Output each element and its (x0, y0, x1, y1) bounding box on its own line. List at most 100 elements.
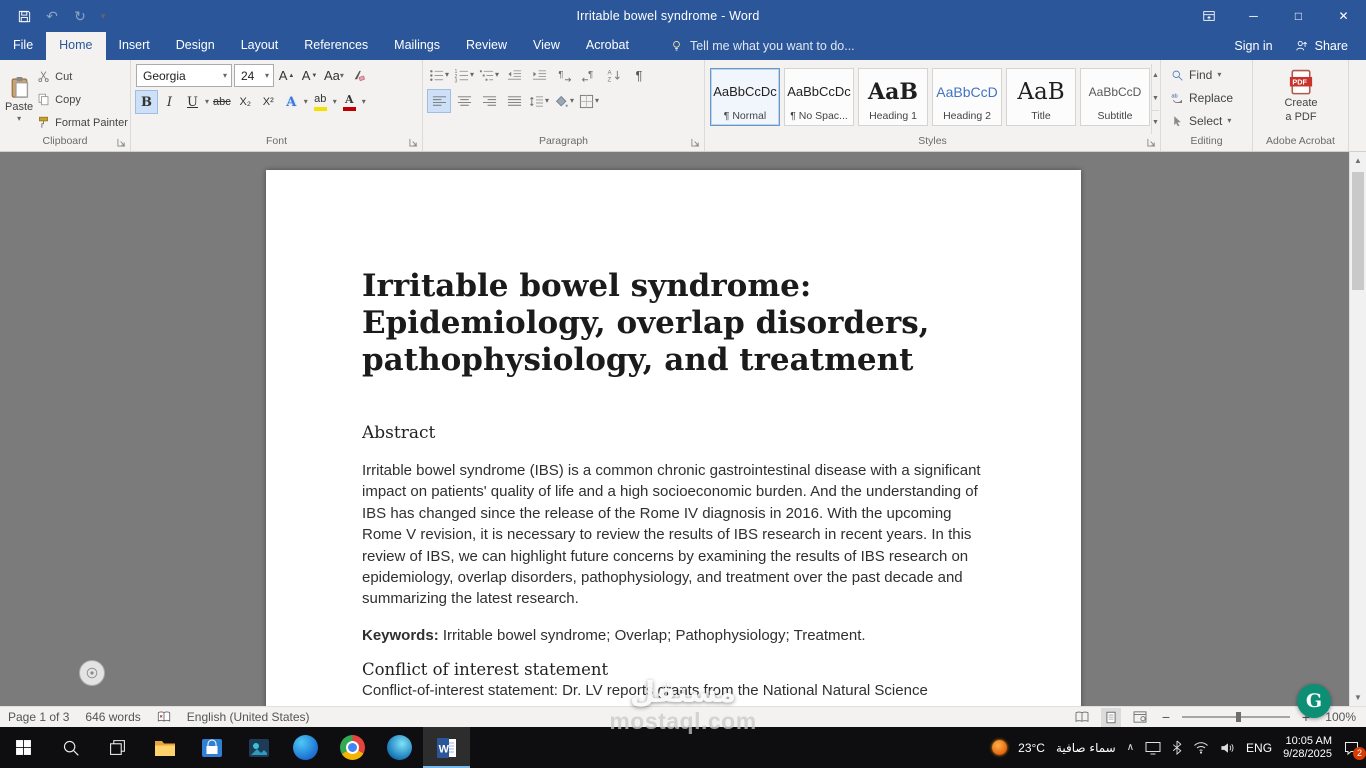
multilevel-list-button[interactable]: ▾ (478, 64, 500, 86)
app-icon-edge[interactable] (282, 727, 329, 768)
save-icon[interactable] (10, 4, 38, 28)
tab-acrobat[interactable]: Acrobat (573, 32, 642, 60)
create-pdf-button[interactable]: PDF Create a PDF (1262, 64, 1340, 134)
copy-button[interactable]: Copy (37, 90, 128, 109)
italic-button[interactable]: I (159, 91, 180, 113)
scroll-down-icon[interactable]: ▼ (1350, 689, 1366, 706)
font-size-combo[interactable]: 24▾ (234, 64, 274, 87)
cut-button[interactable]: Cut (37, 67, 128, 86)
weather-temp[interactable]: 23°C (1018, 741, 1045, 755)
tab-mailings[interactable]: Mailings (381, 32, 453, 60)
rtl-text-direction-button[interactable]: ¶ (578, 64, 600, 86)
styles-dialog-launcher-icon[interactable] (1147, 138, 1157, 148)
zoom-slider[interactable] (1182, 716, 1290, 718)
replace-button[interactable]: ab Replace (1166, 88, 1248, 108)
hidden-icons-chevron[interactable]: ∧ (1127, 742, 1134, 753)
underline-dropdown-icon[interactable]: ▾ (205, 98, 209, 106)
font-family-combo[interactable]: Georgia▾ (136, 64, 232, 87)
find-button[interactable]: Find▾ (1166, 65, 1248, 85)
shrink-font-button[interactable]: A▼ (299, 65, 320, 87)
style-heading1[interactable]: AaB Heading 1 (858, 68, 928, 126)
language-indicator[interactable]: English (United States) (187, 710, 310, 724)
word-count[interactable]: 646 words (85, 710, 140, 724)
weather-description[interactable]: سماء صافية (1056, 741, 1116, 755)
paragraph-dialog-launcher-icon[interactable] (691, 138, 701, 148)
zoom-level[interactable]: 100% (1322, 710, 1356, 724)
style-heading2[interactable]: AaBbCcD Heading 2 (932, 68, 1002, 126)
show-hide-pilcrow-button[interactable]: ¶ (628, 64, 650, 86)
tab-insert[interactable]: Insert (106, 32, 163, 60)
search-icon[interactable] (47, 727, 94, 768)
wifi-tray-icon[interactable] (1193, 741, 1209, 754)
web-layout-icon[interactable] (1130, 708, 1150, 727)
font-color-dropdown-icon[interactable]: ▾ (362, 98, 366, 106)
change-case-button[interactable]: Aa▾ (322, 65, 346, 87)
style-normal[interactable]: AaBbCcDc ¶ Normal (710, 68, 780, 126)
tab-file[interactable]: File (0, 32, 46, 60)
text-effects-button[interactable]: A (281, 91, 302, 113)
align-center-button[interactable] (453, 90, 475, 112)
undo-icon[interactable]: ↶ (38, 4, 66, 28)
zoom-out-icon[interactable]: − (1159, 709, 1173, 725)
ltr-text-direction-button[interactable]: ¶ (553, 64, 575, 86)
grow-font-button[interactable]: A▲ (276, 65, 297, 87)
bold-button[interactable]: B (136, 91, 157, 113)
styles-gallery-up-icon[interactable]: ▲ (1152, 64, 1159, 87)
app-icon-browser[interactable] (376, 727, 423, 768)
superscript-button[interactable]: X² (258, 91, 279, 113)
styles-gallery-down-icon[interactable]: ▼ (1152, 87, 1159, 110)
page-indicator[interactable]: Page 1 of 3 (8, 710, 69, 724)
task-view-icon[interactable] (94, 727, 141, 768)
numbering-button[interactable]: 123▾ (453, 64, 475, 86)
grammarly-button[interactable]: G (1297, 684, 1331, 718)
clock[interactable]: 10:05 AM 9/28/2025 (1283, 735, 1332, 761)
format-painter-button[interactable]: Format Painter (37, 113, 128, 132)
redo-icon[interactable]: ↻ (66, 4, 94, 28)
paste-dropdown-icon[interactable]: ▾ (17, 115, 21, 123)
line-spacing-button[interactable]: ▾ (528, 90, 550, 112)
tab-layout[interactable]: Layout (228, 32, 292, 60)
bullets-button[interactable]: ▾ (428, 64, 450, 86)
strikethrough-button[interactable]: abc (211, 91, 233, 113)
app-icon-chrome[interactable] (329, 727, 376, 768)
app-icon-photos[interactable] (235, 727, 282, 768)
read-mode-icon[interactable] (1072, 708, 1092, 727)
style-subtitle[interactable]: AaBbCcD Subtitle (1080, 68, 1150, 126)
subscript-button[interactable]: X₂ (235, 91, 256, 113)
align-left-button[interactable] (428, 90, 450, 112)
maximize-button[interactable]: □ (1276, 0, 1321, 32)
action-center-icon[interactable]: 2 (1343, 740, 1360, 756)
tab-references[interactable]: References (291, 32, 381, 60)
print-layout-icon[interactable] (1101, 708, 1121, 727)
sort-button[interactable]: AZ (603, 64, 625, 86)
tab-home[interactable]: Home (46, 32, 105, 60)
scrollbar-thumb[interactable] (1352, 172, 1364, 290)
align-right-button[interactable] (478, 90, 500, 112)
paste-button[interactable]: Paste ▾ (5, 64, 33, 134)
justify-button[interactable] (503, 90, 525, 112)
scroll-up-icon[interactable]: ▲ (1350, 152, 1366, 169)
file-explorer-icon[interactable] (141, 727, 188, 768)
display-tray-icon[interactable] (1145, 741, 1161, 755)
bluetooth-tray-icon[interactable] (1172, 740, 1182, 755)
style-title[interactable]: AaB Title (1006, 68, 1076, 126)
qat-customize-icon[interactable]: ▾ (94, 4, 112, 28)
sign-in-link[interactable]: Sign in (1234, 39, 1272, 53)
highlight-dropdown-icon[interactable]: ▾ (333, 98, 337, 106)
borders-button[interactable]: ▾ (578, 90, 600, 112)
style-no-spacing[interactable]: AaBbCcDc ¶ No Spac... (784, 68, 854, 126)
floating-widget-button[interactable] (79, 660, 105, 686)
share-button[interactable]: Share (1295, 39, 1348, 53)
close-button[interactable]: ✕ (1321, 0, 1366, 32)
tab-design[interactable]: Design (163, 32, 228, 60)
font-dialog-launcher-icon[interactable] (409, 138, 419, 148)
tab-view[interactable]: View (520, 32, 573, 60)
app-icon-store[interactable] (188, 727, 235, 768)
vertical-scrollbar[interactable]: ▲ ▼ (1349, 152, 1366, 706)
start-button[interactable] (0, 727, 47, 768)
tab-review[interactable]: Review (453, 32, 520, 60)
taskbar-word-button[interactable]: W (423, 727, 470, 768)
decrease-indent-button[interactable] (503, 64, 525, 86)
volume-tray-icon[interactable] (1220, 741, 1235, 755)
font-color-button[interactable]: A (339, 91, 360, 113)
